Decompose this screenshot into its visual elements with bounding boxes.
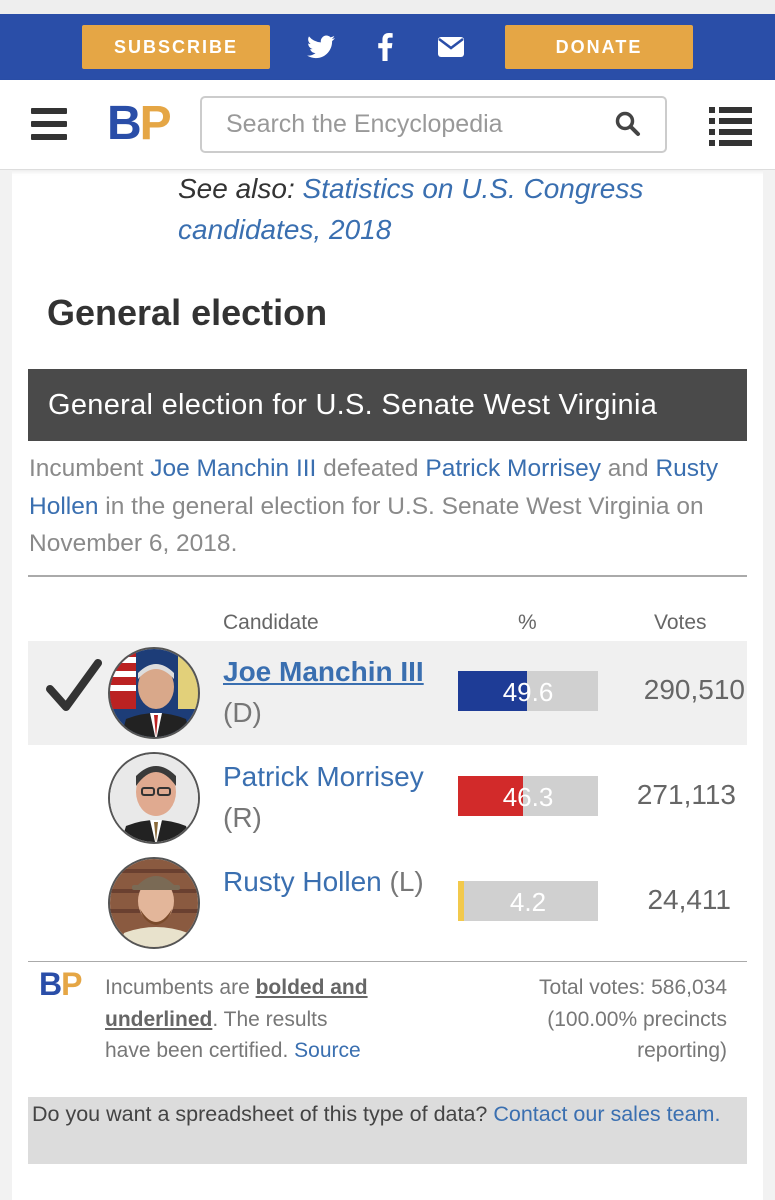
vote-count: 290,510	[643, 674, 745, 705]
status-strip	[0, 0, 775, 14]
section-heading: General election	[47, 292, 328, 333]
candidate-name[interactable]: Patrick Morrisey (R)	[223, 756, 443, 838]
ballotpedia-logo[interactable]: BP	[107, 96, 172, 151]
candidate-photo	[108, 752, 200, 844]
candidate-row: Patrick Morrisey (R) 46.3 271,113	[28, 746, 747, 850]
summary-text: in the general election for U.S. Senate …	[29, 492, 704, 558]
percent-bar: 49.6	[458, 671, 598, 711]
column-header-percent: %	[518, 611, 537, 634]
percent-value: 49.6	[502, 677, 554, 707]
candidate-party: (D)	[223, 697, 262, 728]
page-margin-right	[763, 170, 775, 1200]
search-placeholder: Search the Encyclopedia	[226, 110, 503, 138]
percent-bar: 46.3	[458, 776, 598, 816]
contact-sales-link[interactable]: Contact our sales team.	[493, 1102, 720, 1126]
percent-value: 4.2	[509, 887, 547, 917]
divider	[28, 961, 747, 962]
column-header-votes: Votes	[654, 611, 707, 634]
see-also: See also: Statistics on U.S. Congress ca…	[178, 168, 738, 250]
candidate-photo	[108, 857, 200, 949]
total-votes-text: Total votes: 586,034	[539, 976, 727, 999]
summary-text: Incumbent	[29, 455, 144, 482]
results-note: Incumbents are bolded and underlined. Th…	[105, 972, 375, 1067]
summary-text: defeated	[323, 455, 419, 482]
summary-winner-link[interactable]: Joe Manchin III	[150, 455, 316, 482]
top-banner: SUBSCRIBE DONATE	[0, 14, 775, 80]
candidate-name-text[interactable]: Rusty Hollen	[223, 866, 382, 897]
subscribe-button[interactable]: SUBSCRIBE	[82, 25, 270, 69]
divider	[28, 575, 747, 577]
search-input[interactable]: Search the Encyclopedia	[200, 96, 667, 153]
summary-candidate-link[interactable]: Patrick Morrisey	[425, 455, 601, 482]
race-summary: Incumbent Joe Manchin III defeated Patri…	[29, 450, 729, 563]
candidate-party: (L)	[389, 866, 424, 897]
summary-text: and	[607, 455, 649, 482]
candidate-row: Rusty Hollen (L) 4.2 24,411	[28, 851, 747, 955]
vote-count: 271,113	[636, 779, 736, 810]
sales-text: Do you want a spreadsheet of this type o…	[32, 1102, 488, 1126]
percent-bar: 4.2	[458, 881, 598, 921]
facebook-icon[interactable]	[370, 32, 400, 62]
note-text: Incumbents are	[105, 976, 250, 999]
candidate-name[interactable]: Rusty Hollen (L)	[223, 861, 443, 902]
candidate-name[interactable]: Joe Manchin III (D)	[223, 651, 443, 733]
see-also-label: See also:	[178, 173, 295, 204]
sales-banner: Do you want a spreadsheet of this type o…	[28, 1097, 747, 1164]
search-icon[interactable]	[615, 111, 641, 144]
nav-bar: BP Search the Encyclopedia	[0, 80, 775, 170]
ballotpedia-logo-small: BP	[39, 966, 82, 1002]
menu-icon[interactable]	[31, 108, 67, 140]
candidate-party: (R)	[223, 802, 262, 833]
donate-button[interactable]: DONATE	[505, 25, 693, 69]
vote-count: 24,411	[647, 884, 731, 915]
candidate-photo	[108, 647, 200, 739]
candidate-row: Joe Manchin III (D) 49.6 290,510	[28, 641, 747, 745]
total-votes: Total votes: 586,034 (100.00% precincts …	[470, 972, 727, 1067]
twitter-icon[interactable]	[306, 32, 336, 62]
candidate-name-text[interactable]: Patrick Morrisey	[223, 761, 424, 792]
list-menu-icon[interactable]	[709, 107, 752, 147]
candidate-name-text[interactable]: Joe Manchin III	[223, 656, 424, 687]
winner-checkmark-icon	[46, 657, 102, 718]
source-link[interactable]: Source	[294, 1039, 361, 1062]
percent-value: 46.3	[502, 782, 554, 812]
race-title: General election for U.S. Senate West Vi…	[28, 369, 747, 441]
page-margin-left	[0, 170, 12, 1200]
column-header-candidate: Candidate	[223, 611, 319, 634]
email-icon[interactable]	[436, 32, 466, 62]
precincts-reporting: (100.00% precincts reporting)	[547, 1007, 727, 1063]
